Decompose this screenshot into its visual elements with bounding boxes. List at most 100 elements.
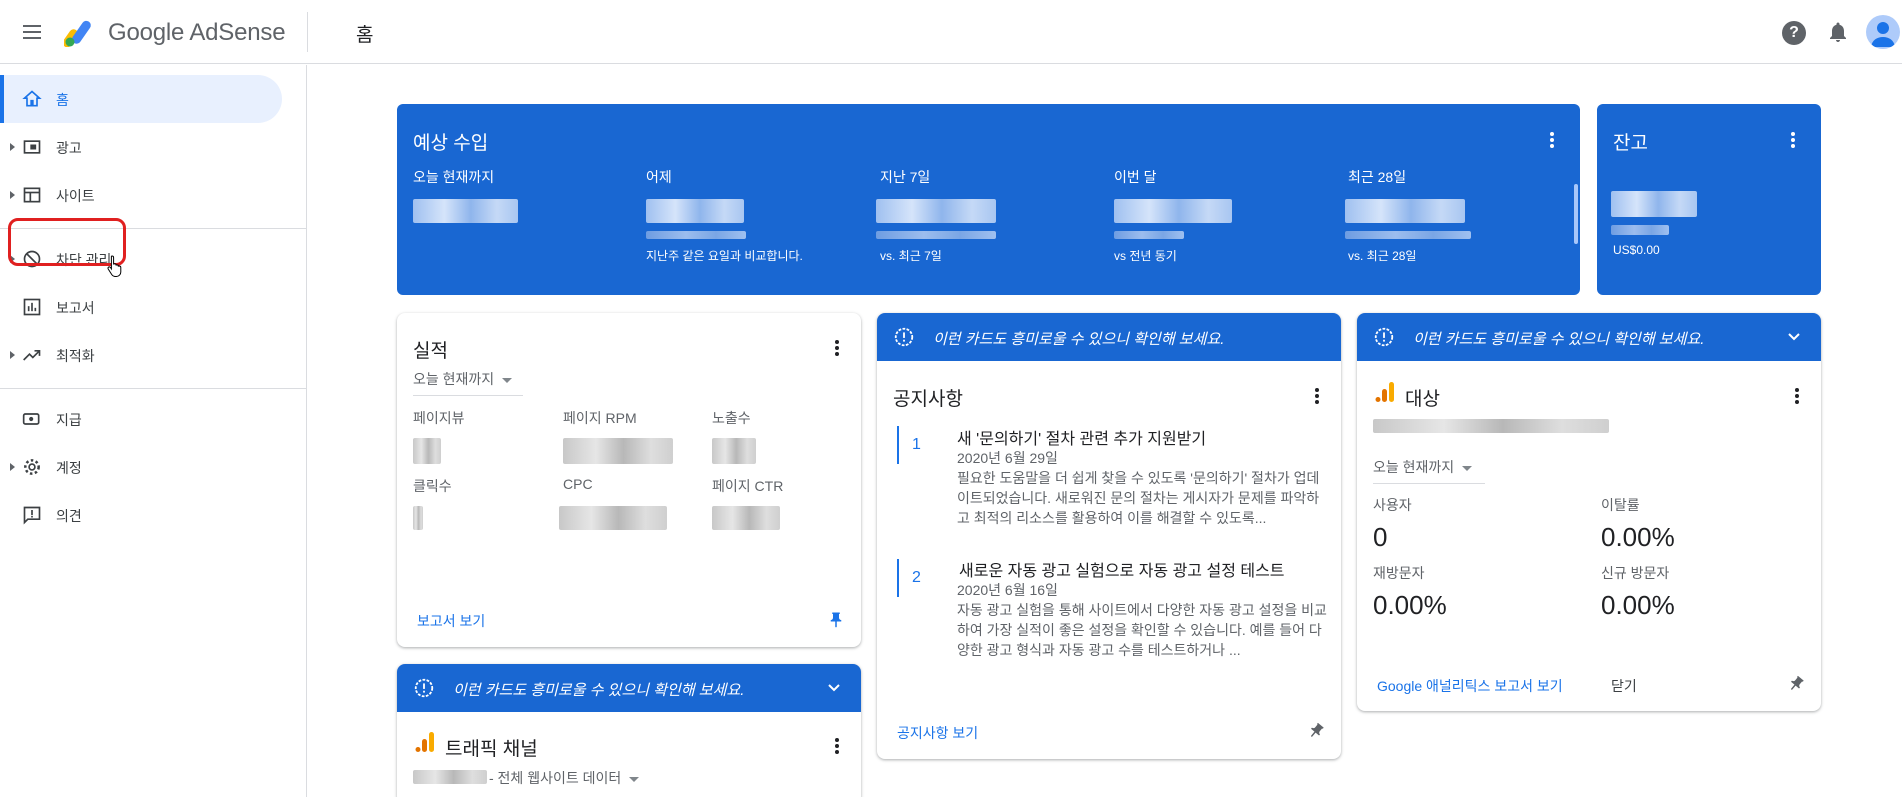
stat-value: 0.00%	[1601, 522, 1675, 552]
view-dropdown[interactable]: - 전체 웹사이트 데이터	[489, 768, 649, 794]
sidebar-item-sites[interactable]: 사이트	[0, 171, 282, 219]
more-options-icon[interactable]	[1540, 128, 1564, 152]
ads-icon	[23, 140, 41, 154]
notifications-icon[interactable]	[1826, 20, 1850, 44]
metric-label: 페이지 CTR	[712, 478, 784, 494]
stat-label: 사용자	[1373, 497, 1412, 513]
payments-icon	[22, 413, 40, 425]
sidebar-item-account[interactable]: 계정	[0, 443, 282, 491]
card-title: 트래픽 채널	[445, 739, 538, 760]
alert-badge-icon	[1374, 327, 1394, 347]
more-options-icon[interactable]	[825, 336, 849, 360]
redacted-value	[646, 199, 744, 223]
sidebar-item-reports[interactable]: 보고서	[0, 283, 282, 331]
audience-card: 이런 카드도 흥미로울 수 있으니 확인해 보세요. 대상 오늘 현재까지 사용…	[1357, 313, 1821, 711]
dropdown-value: 오늘 현재까지	[413, 371, 495, 387]
brand-name: Google AdSense	[108, 19, 286, 46]
notice-title[interactable]: 새 '문의하기' 절차 관련 추가 지원받기	[957, 425, 1206, 449]
more-options-icon[interactable]	[1785, 384, 1809, 408]
chevron-down-icon[interactable]	[827, 681, 841, 695]
sites-icon	[23, 187, 41, 203]
notice-body: 필요한 도움말을 더 쉽게 찾을 수 있도록 '문의하기' 절차가 업데이트되었…	[957, 470, 1320, 526]
metric-label: 지난 7일	[880, 169, 931, 185]
dropdown-value: 오늘 현재까지	[1373, 459, 1455, 475]
more-options-icon[interactable]	[825, 734, 849, 758]
sidebar-item-feedback[interactable]: 의견	[0, 491, 282, 539]
sidebar-divider	[0, 388, 306, 389]
redacted-value	[1114, 199, 1232, 223]
card-title: 잔고	[1613, 133, 1648, 154]
more-options-icon[interactable]	[1781, 128, 1805, 152]
home-icon	[22, 90, 42, 107]
trending-up-icon	[23, 350, 41, 361]
sidebar-item-label: 지급	[56, 412, 82, 428]
more-options-icon[interactable]	[1305, 384, 1329, 408]
date-range-dropdown[interactable]: 오늘 현재까지	[1373, 457, 1485, 484]
alert-badge-icon	[414, 678, 434, 698]
chevron-down-icon[interactable]	[1787, 330, 1801, 344]
metric-label: 이번 달	[1114, 169, 1157, 185]
metric-comparison: vs 전년 동기	[1114, 249, 1177, 263]
pin-icon[interactable]	[827, 610, 845, 630]
sidebar-item-label: 의견	[56, 508, 82, 524]
suggestion-banner: 이런 카드도 흥미로울 수 있으니 확인해 보세요.	[397, 664, 861, 712]
alert-badge-icon	[894, 327, 914, 347]
stat-label: 이탈률	[1601, 497, 1640, 513]
date-range-dropdown[interactable]: 오늘 현재까지	[413, 369, 523, 396]
redacted-value	[413, 199, 518, 223]
sidebar-item-ads[interactable]: 광고	[0, 123, 282, 171]
redacted-value	[413, 438, 441, 464]
dismiss-button[interactable]: 닫기	[1611, 676, 1637, 696]
redacted-value	[876, 199, 996, 223]
help-icon[interactable]: ?	[1782, 21, 1806, 45]
metric-comparison: 지난주 같은 요일과 비교합니다.	[646, 249, 803, 263]
chevron-down-icon	[629, 776, 640, 782]
card-title: 공지사항	[893, 389, 963, 410]
sidebar-item-optimization[interactable]: 최적화	[0, 331, 282, 379]
notice-date: 2020년 6월 29일	[957, 450, 1058, 466]
metric-comparison: vs. 최근 28일	[1348, 249, 1417, 263]
expand-caret-icon	[10, 143, 15, 151]
reports-icon	[23, 298, 41, 316]
account-avatar[interactable]	[1866, 15, 1900, 49]
analytics-logo-icon	[415, 732, 434, 752]
pin-icon[interactable]	[1307, 721, 1325, 741]
metric-label: CPC	[563, 476, 593, 492]
feedback-icon	[23, 506, 41, 525]
redacted-value	[712, 438, 756, 464]
stat-value: 0.00%	[1601, 590, 1675, 620]
card-title: 예상 수입	[413, 133, 489, 154]
redacted-value	[1611, 191, 1697, 217]
notice-number: 2	[912, 569, 921, 586]
suggestion-text: 이런 카드도 흥미로울 수 있으니 확인해 보세요.	[1413, 331, 1705, 348]
suggestion-banner: 이런 카드도 흥미로울 수 있으니 확인해 보세요.	[877, 313, 1341, 361]
menu-icon[interactable]	[20, 20, 44, 44]
card-title: 대상	[1405, 389, 1440, 410]
redacted-change	[1114, 231, 1184, 239]
sidebar-item-label: 사이트	[56, 188, 95, 204]
sidebar-item-home[interactable]: 홈	[0, 75, 282, 123]
notice-accent-bar	[897, 559, 899, 597]
scroll-indicator[interactable]	[1574, 184, 1578, 244]
dropdown-value: - 전체 웹사이트 데이터	[489, 770, 622, 786]
redacted-value	[559, 506, 667, 530]
redacted-change	[1345, 231, 1471, 239]
view-announcements-link[interactable]: 공지사항 보기	[897, 723, 978, 743]
suggestion-banner: 이런 카드도 흥미로울 수 있으니 확인해 보세요.	[1357, 313, 1821, 361]
view-report-link[interactable]: 보고서 보기	[417, 611, 485, 631]
top-app-bar: Google AdSense 홈 ?	[0, 0, 1902, 64]
notice-title[interactable]: 새로운 자동 광고 실험으로 자동 광고 설정 테스트	[959, 557, 1285, 581]
redacted-change	[646, 231, 746, 239]
sidebar-item-payments[interactable]: 지급	[0, 395, 282, 443]
sidebar-item-label: 보고서	[56, 300, 95, 316]
metric-label: 클릭수	[413, 478, 452, 494]
redacted-property-name	[413, 770, 487, 784]
stat-value: 0	[1373, 522, 1388, 552]
analytics-report-link[interactable]: Google 애널리틱스 보고서 보기	[1377, 676, 1563, 696]
notice-date: 2020년 6월 16일	[957, 582, 1058, 598]
announcements-card: 이런 카드도 흥미로울 수 있으니 확인해 보세요. 공지사항 1 새 '문의하…	[877, 313, 1341, 759]
side-navigation: 홈 광고 사이트 차단 관리 보고서 최적화 지급 계정 의견	[0, 65, 307, 797]
metric-label: 페이지뷰	[413, 410, 465, 426]
pin-icon[interactable]	[1787, 674, 1805, 694]
expand-caret-icon	[10, 463, 15, 471]
